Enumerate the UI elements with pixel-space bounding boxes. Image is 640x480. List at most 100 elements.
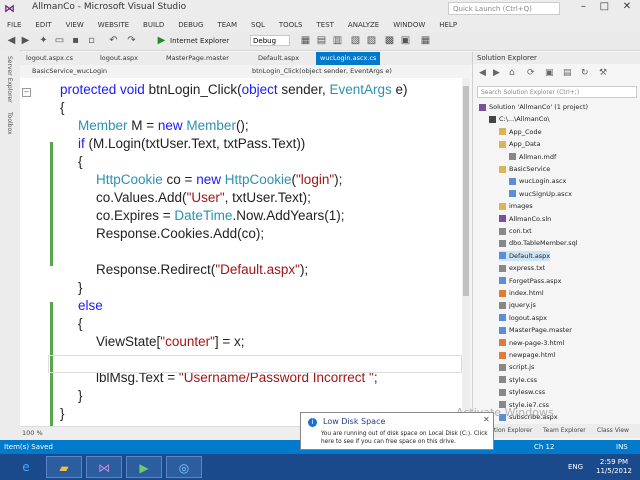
toolbar-icon[interactable]: ▦ [420,35,431,46]
toolbar-icon[interactable]: ▣ [400,35,411,46]
save-icon[interactable]: ▪ [70,35,81,46]
solution-tree-item[interactable]: ForgetPass.aspx [499,276,562,286]
solution-tree-item[interactable]: style.css [499,375,537,385]
menu-window[interactable]: WINDOW [386,18,432,32]
undo-icon[interactable]: ↶ [108,35,119,46]
menu-tools[interactable]: TOOLS [272,18,310,32]
start-debug-icon[interactable]: ▶ [156,35,167,46]
menu-analyze[interactable]: ANALYZE [341,18,386,32]
solution-tree-item[interactable]: new-page-3.html [499,338,564,348]
solution-tree-item[interactable]: App_Data [499,139,540,149]
internet-explorer-icon[interactable]: e [8,456,44,478]
toolbar-icon[interactable]: ▤ [316,35,327,46]
doc-tab[interactable]: Default.aspx [254,52,303,65]
code-line: } [78,280,83,295]
doc-tab[interactable]: logout.aspx [96,52,142,65]
solution-tree-item[interactable]: script.js [499,362,534,372]
member-dropdown[interactable]: btnLogin_Click(object sender, EventArgs … [252,67,392,75]
open-file-icon[interactable]: ▭ [54,35,65,46]
solution-tree-item[interactable]: AllmanCo.sln [499,214,551,224]
refresh-icon[interactable]: ↻ [581,68,589,78]
doc-tab[interactable]: logout.aspx.cs [22,52,77,65]
menu-test[interactable]: TEST [310,18,341,32]
code-editor[interactable]: protected void btnLogin_Click(object sen… [20,78,462,426]
solution-tree-item[interactable]: wucSignUp.ascx [509,189,572,199]
close-icon[interactable]: ✕ [483,415,490,424]
solution-tree-item[interactable]: newpage.html [499,350,556,360]
new-project-icon[interactable]: ✦ [38,35,49,46]
solution-explorer-title: Solution Explorer [473,52,640,64]
menu-build[interactable]: BUILD [136,18,171,32]
zoom-level-dropdown[interactable]: 100 % [22,427,43,440]
solution-tree-item[interactable]: con.txt [499,226,532,236]
collapse-all-icon[interactable]: ▣ [545,68,554,78]
back-icon[interactable]: ◀ [6,35,17,46]
solution-tree-item[interactable]: stylesw.css [499,387,545,397]
minimize-button[interactable]: – [581,1,586,17]
info-icon: i [308,418,317,427]
properties-icon[interactable]: ⚒ [599,68,607,78]
solution-tree-item[interactable]: Allman.mdf [509,152,556,162]
file-icon [499,215,506,223]
solution-tree-item[interactable]: logout.aspx [499,313,547,323]
doc-tab-active[interactable]: wucLogin.ascx.cs [316,52,381,65]
solution-tree-item[interactable]: jquery.js [499,300,536,310]
forward-icon[interactable]: ▶ [493,68,500,78]
menu-debug[interactable]: DEBUG [171,18,210,32]
menu-file[interactable]: FILE [0,18,28,32]
server-explorer-tab[interactable]: Server Explorer [6,56,13,103]
toolbar-icon[interactable]: ▩ [384,35,395,46]
file-explorer-icon[interactable]: ▰ [46,456,82,478]
menu-view[interactable]: VIEW [59,18,91,32]
sync-icon[interactable]: ⟳ [527,68,535,78]
solution-tree-item[interactable]: App_Code [499,127,542,137]
solution-tree-item[interactable]: BasicService [499,164,550,174]
close-button[interactable]: ✕ [623,1,631,17]
doc-tab[interactable]: MasterPage.master [162,52,233,65]
quick-launch-input[interactable]: Quick Launch (Ctrl+Q) [448,2,560,15]
solution-tree-item[interactable]: C:\...\AllmanCo\ [489,114,550,124]
solution-tree-item-label: new-page-3.html [509,338,565,347]
tab-class-view[interactable]: Class View [597,424,629,438]
solution-tree-item[interactable]: dbo.TableMember.sql [499,238,578,248]
class-dropdown[interactable]: BasicService_wucLogin [32,67,107,75]
tab-team-explorer[interactable]: Team Explorer [543,424,586,438]
solution-search-input[interactable]: Search Solution Explorer (Ctrl+;) [477,86,637,98]
camtasia-icon[interactable]: ▶ [126,456,162,478]
browser-selector[interactable]: Internet Explorer [170,34,229,48]
menu-website[interactable]: WEBSITE [91,18,136,32]
solution-tree-item[interactable]: wucLogin.ascx [509,176,566,186]
home-icon[interactable]: ⌂ [509,68,515,78]
language-indicator[interactable]: ENG [568,463,583,471]
toolbar-icon[interactable]: ▧ [350,35,361,46]
solution-tree-item[interactable]: express.txt [499,263,545,273]
solution-tree-item[interactable]: index.html [499,288,544,298]
menu-help[interactable]: HELP [432,18,464,32]
file-icon [499,252,506,260]
solution-tree-item[interactable]: images [499,201,533,211]
toolbar-icon[interactable]: ▨ [366,35,377,46]
configuration-dropdown[interactable]: Debug [250,35,290,46]
system-clock[interactable]: 2:59 PM 11/5/2012 [596,458,632,476]
forward-icon[interactable]: ▶ [20,35,31,46]
menu-team[interactable]: TEAM [210,18,244,32]
menu-edit[interactable]: EDIT [28,18,58,32]
collapse-toggle-icon[interactable]: − [22,88,31,97]
globe-app-icon[interactable]: ◎ [166,456,202,478]
solution-tree-item[interactable]: Solution 'AllmanCo' (1 project) [479,102,588,112]
redo-icon[interactable]: ↷ [126,35,137,46]
back-icon[interactable]: ◀ [479,68,486,78]
low-disk-space-notification[interactable]: i Low Disk Space You are running out of … [300,412,494,450]
menu-sql[interactable]: SQL [244,18,272,32]
toolbar-icon[interactable]: ▦ [300,35,311,46]
visual-studio-icon[interactable]: ⋈ [86,456,122,478]
scrollbar-thumb[interactable] [463,86,469,296]
toolbox-tab[interactable]: Toolbox [6,112,13,135]
status-column: Ch 12 [534,443,555,451]
solution-tree-item[interactable]: Default.aspx [499,250,551,261]
maximize-button[interactable]: □ [600,1,609,17]
show-all-files-icon[interactable]: ▤ [563,68,572,78]
toolbar-icon[interactable]: ▥ [332,35,343,46]
save-all-icon[interactable]: ▫ [86,35,97,46]
solution-tree-item[interactable]: MasterPage.master [499,325,572,335]
